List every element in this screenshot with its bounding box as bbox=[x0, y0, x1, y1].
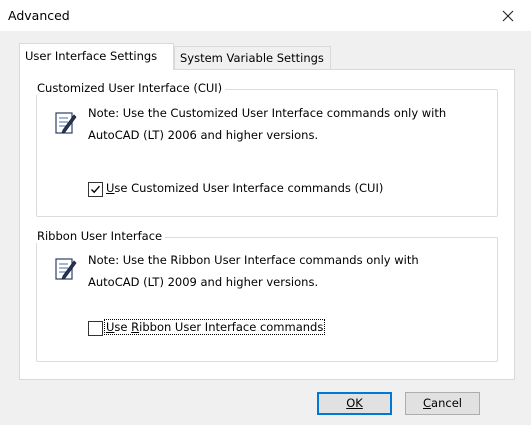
cui-note-line2: AutoCAD (LT) 2006 and higher versions. bbox=[88, 128, 319, 142]
cui-checkbox-label: Use Customized User Interface commands (… bbox=[106, 181, 384, 195]
close-icon bbox=[502, 10, 514, 22]
cui-note: Note: Use the Customized User Interface … bbox=[88, 102, 446, 146]
ribbon-checkbox-label: Use Ribbon User Interface commands bbox=[103, 319, 326, 335]
checkmark-icon bbox=[91, 185, 101, 194]
title-bar: Advanced bbox=[0, 0, 531, 31]
cancel-button-label: Cancel bbox=[423, 396, 462, 410]
ok-button-label: OK bbox=[346, 396, 363, 410]
cancel-button[interactable]: Cancel bbox=[405, 392, 480, 415]
tab-user-interface-settings[interactable]: User Interface Settings bbox=[19, 43, 174, 70]
cui-note-line1: Note: Use the Customized User Interface … bbox=[88, 106, 447, 120]
window-title: Advanced bbox=[8, 8, 70, 23]
ribbon-note-line1: Note: Use the Ribbon User Interface comm… bbox=[88, 253, 419, 267]
cui-checkbox[interactable] bbox=[88, 182, 103, 197]
cui-group: Customized User Interface (CUI) Note: Us… bbox=[34, 81, 498, 217]
tab-panel: Customized User Interface (CUI) Note: Us… bbox=[19, 69, 515, 380]
ribbon-note-line2: AutoCAD (LT) 2009 and higher versions. bbox=[88, 275, 319, 289]
ribbon-checkbox[interactable] bbox=[88, 321, 103, 336]
close-button[interactable] bbox=[485, 0, 531, 31]
note-icon bbox=[55, 257, 77, 281]
cui-group-legend: Customized User Interface (CUI) bbox=[34, 81, 226, 95]
ribbon-note: Note: Use the Ribbon User Interface comm… bbox=[88, 249, 419, 293]
ribbon-group-legend: Ribbon User Interface bbox=[34, 229, 166, 243]
ok-button[interactable]: OK bbox=[317, 392, 392, 415]
tab-system-variable-settings[interactable]: System Variable Settings bbox=[174, 46, 331, 69]
cui-checkbox-label-rest: se Customized User Interface commands (C… bbox=[114, 181, 384, 195]
ribbon-group: Ribbon User Interface Note: Use the Ribb… bbox=[34, 229, 498, 362]
note-icon bbox=[55, 111, 77, 135]
